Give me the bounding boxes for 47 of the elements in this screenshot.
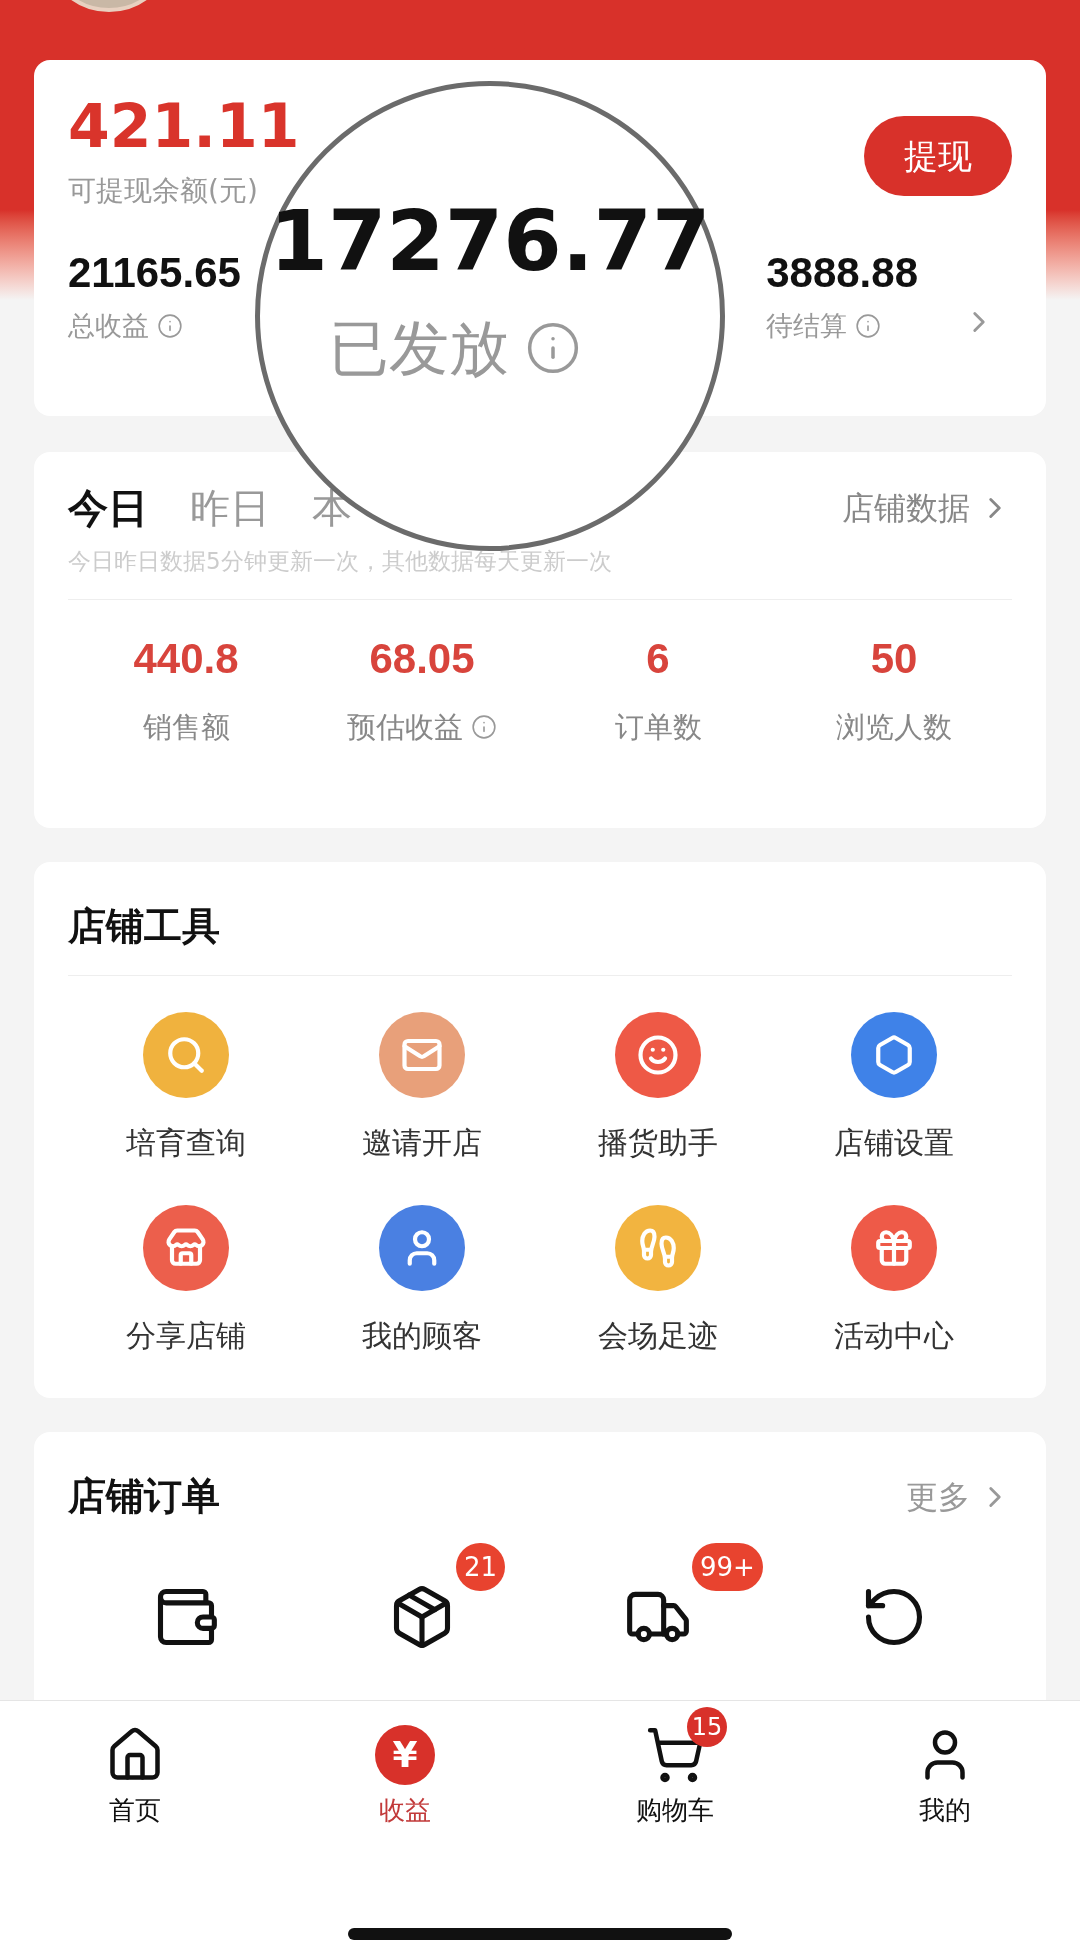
metric-label: 订单数 <box>614 708 702 746</box>
yen-icon: ¥ <box>375 1725 435 1785</box>
section-title: 店铺工具 <box>68 903 221 950</box>
gift-icon <box>873 1227 915 1269</box>
nav-tab[interactable]: 我的 <box>810 1705 1080 1830</box>
tool-item[interactable]: 会场足迹 <box>540 1205 776 1358</box>
nav-tab[interactable]: ¥ 收益 <box>270 1705 540 1830</box>
stat-label: 总收益 <box>68 309 149 343</box>
search-icon <box>165 1034 207 1076</box>
stat-value: 3888.88 <box>766 252 918 294</box>
nav-tab[interactable]: 首页 <box>0 1705 270 1830</box>
stat-label: 待结算 <box>766 309 848 343</box>
metric-value: 6 <box>646 637 670 680</box>
hexagon-icon <box>873 1034 915 1076</box>
tool-item[interactable]: 活动中心 <box>776 1205 1012 1358</box>
magnified-value: 17276.77 <box>269 199 711 283</box>
stat-value: 21165.65 <box>68 252 241 294</box>
count-badge: 21 <box>456 1543 506 1591</box>
tool-item[interactable]: 分享店铺 <box>68 1205 304 1358</box>
metric-label: 浏览人数 <box>836 708 952 746</box>
info-icon <box>471 714 497 741</box>
store-icon <box>165 1227 207 1269</box>
info-icon <box>157 313 183 340</box>
metric-value: 440.8 <box>133 637 239 680</box>
section-title: 店铺订单 <box>68 1473 220 1520</box>
tool-item[interactable]: 播货助手 <box>540 1012 776 1165</box>
metric-value: 50 <box>870 637 918 680</box>
balance-label: 可提现余额(元) <box>68 173 259 209</box>
count-badge: 99+ <box>692 1543 763 1591</box>
info-icon <box>525 320 581 376</box>
info-icon <box>855 313 882 340</box>
tool-item[interactable]: 邀请开店 <box>304 1012 540 1165</box>
count-badge: 15 <box>687 1707 727 1747</box>
balance-amount: 421.11 <box>68 96 300 156</box>
magnified-label: 已发放 <box>329 312 509 385</box>
metric-label: 销售额 <box>142 708 230 746</box>
smile-icon <box>637 1034 679 1076</box>
tool-item[interactable]: 培育查询 <box>68 1012 304 1165</box>
withdraw-button[interactable]: 提现 <box>864 116 1012 196</box>
footprint-icon <box>637 1227 679 1269</box>
period-tab[interactable]: 今日 <box>68 478 148 538</box>
metric-value: 68.05 <box>369 637 475 680</box>
store-data-link[interactable]: 店铺数据 <box>842 484 1012 532</box>
tool-item[interactable]: 我的顾客 <box>304 1205 540 1358</box>
tool-item[interactable]: 店铺设置 <box>776 1012 1012 1165</box>
metric-label: 预估收益 <box>347 708 463 746</box>
nav-tab[interactable]: 15 购物车 <box>540 1705 810 1830</box>
